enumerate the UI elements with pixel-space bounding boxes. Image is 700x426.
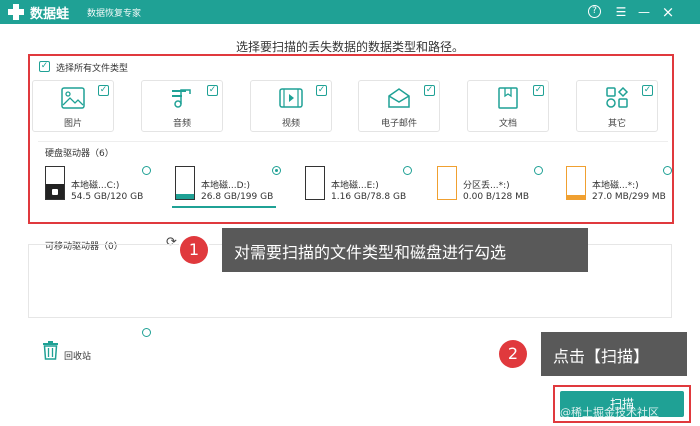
drive-size: 26.8 GB/199 GB: [201, 192, 274, 202]
drive-size: 27.0 MB/299 MB: [592, 192, 666, 202]
watermark: @稀土掘金技术社区: [560, 406, 659, 419]
file-type-label: 其它: [607, 119, 626, 129]
drive-size: 54.5 GB/120 GB: [71, 192, 144, 202]
file-type-email[interactable]: ✓ 电子邮件: [358, 80, 440, 132]
file-type-document[interactable]: ✓ 文档: [467, 80, 549, 132]
menu-icon[interactable]: ☰: [613, 4, 629, 20]
file-type-audio[interactable]: ✓ 音频: [141, 80, 223, 132]
drive-e-radio[interactable]: [403, 166, 412, 175]
file-type-label: 电子邮件: [380, 119, 417, 129]
recycle-bin-label: 回收站: [64, 352, 92, 362]
app-name: 数据蛙: [30, 7, 70, 22]
instruction-text: 选择要扫描的丢失数据的数据类型和路径。: [235, 40, 464, 54]
file-type-image[interactable]: ✓ 图片: [32, 80, 114, 132]
callout-text: 点击【扫描】: [553, 347, 650, 366]
video-checkbox[interactable]: ✓: [316, 85, 327, 96]
document-icon: [498, 87, 518, 109]
drive-size: 1.16 GB/78.8 GB: [331, 192, 407, 202]
windows-drive-icon: [45, 166, 65, 200]
file-type-other[interactable]: ✓ 其它: [576, 80, 658, 132]
file-type-label: 图片: [63, 119, 82, 129]
file-type-label: 视频: [281, 119, 300, 129]
email-checkbox[interactable]: ✓: [424, 85, 435, 96]
file-type-label: 音频: [172, 119, 191, 129]
lost-partition-icon: [437, 166, 457, 200]
audio-checkbox[interactable]: ✓: [207, 85, 218, 96]
drive-other-radio[interactable]: [663, 166, 672, 175]
music-icon: [172, 89, 191, 108]
drive-icon: [566, 166, 586, 200]
drive-item-d[interactable]: 本地磁...D:) 26.8 GB/199 GB: [175, 166, 303, 206]
section-divider: [38, 141, 668, 142]
drive-item-e[interactable]: 本地磁...E:) 1.16 GB/78.8 GB: [305, 166, 433, 206]
drive-name: 本地磁...C:): [71, 181, 120, 191]
image-checkbox[interactable]: ✓: [98, 85, 109, 96]
other-checkbox[interactable]: ✓: [642, 85, 653, 96]
drive-name: 本地磁...D:): [201, 181, 251, 191]
select-all-label: 选择所有文件类型: [56, 64, 129, 74]
hard-drives-title: 硬盘驱动器（6）: [45, 149, 114, 159]
recycle-bin-radio[interactable]: [142, 328, 151, 337]
app-logo-icon: [8, 4, 24, 20]
drive-d-radio[interactable]: [272, 166, 281, 175]
drive-size: 0.00 B/128 MB: [463, 192, 530, 202]
callout-badge-2: 2: [499, 340, 527, 368]
drive-item-c[interactable]: 本地磁...C:) 54.5 GB/120 GB: [45, 166, 173, 206]
close-icon[interactable]: ×: [660, 4, 676, 20]
title-bar: 数据蛙 数据恢复专家 ? ☰ — ×: [0, 0, 700, 24]
selected-drive-underline: [172, 206, 276, 208]
file-type-label: 文档: [498, 119, 517, 129]
drive-item-other[interactable]: 本地磁...*:) 27.0 MB/299 MB: [566, 166, 694, 206]
image-icon: [61, 87, 85, 109]
drive-c-radio[interactable]: [142, 166, 151, 175]
drive-name: 分区丢...*:): [463, 181, 510, 191]
minimize-icon[interactable]: —: [636, 4, 652, 20]
app-subtitle: 数据恢复专家: [87, 9, 142, 19]
other-icon: [606, 87, 629, 108]
email-icon: [388, 88, 410, 108]
trash-icon: [43, 341, 58, 360]
file-type-video[interactable]: ✓ 视频: [250, 80, 332, 132]
drive-name: 本地磁...E:): [331, 181, 379, 191]
callout-2: 点击【扫描】: [541, 332, 687, 376]
drive-lost-partition-radio[interactable]: [534, 166, 543, 175]
help-icon[interactable]: ?: [588, 5, 601, 18]
drive-name: 本地磁...*:): [592, 181, 639, 191]
video-icon: [279, 88, 303, 108]
drive-item-lost-partition[interactable]: 分区丢...*:) 0.00 B/128 MB: [437, 166, 565, 206]
drive-icon: [175, 166, 195, 200]
callout-text: 对需要扫描的文件类型和磁盘进行勾选: [234, 243, 507, 262]
document-checkbox[interactable]: ✓: [533, 85, 544, 96]
callout-badge-1: 1: [180, 236, 208, 264]
drive-icon: [305, 166, 325, 200]
callout-1: 对需要扫描的文件类型和磁盘进行勾选: [222, 228, 588, 272]
select-all-checkbox[interactable]: ✓: [39, 61, 50, 72]
